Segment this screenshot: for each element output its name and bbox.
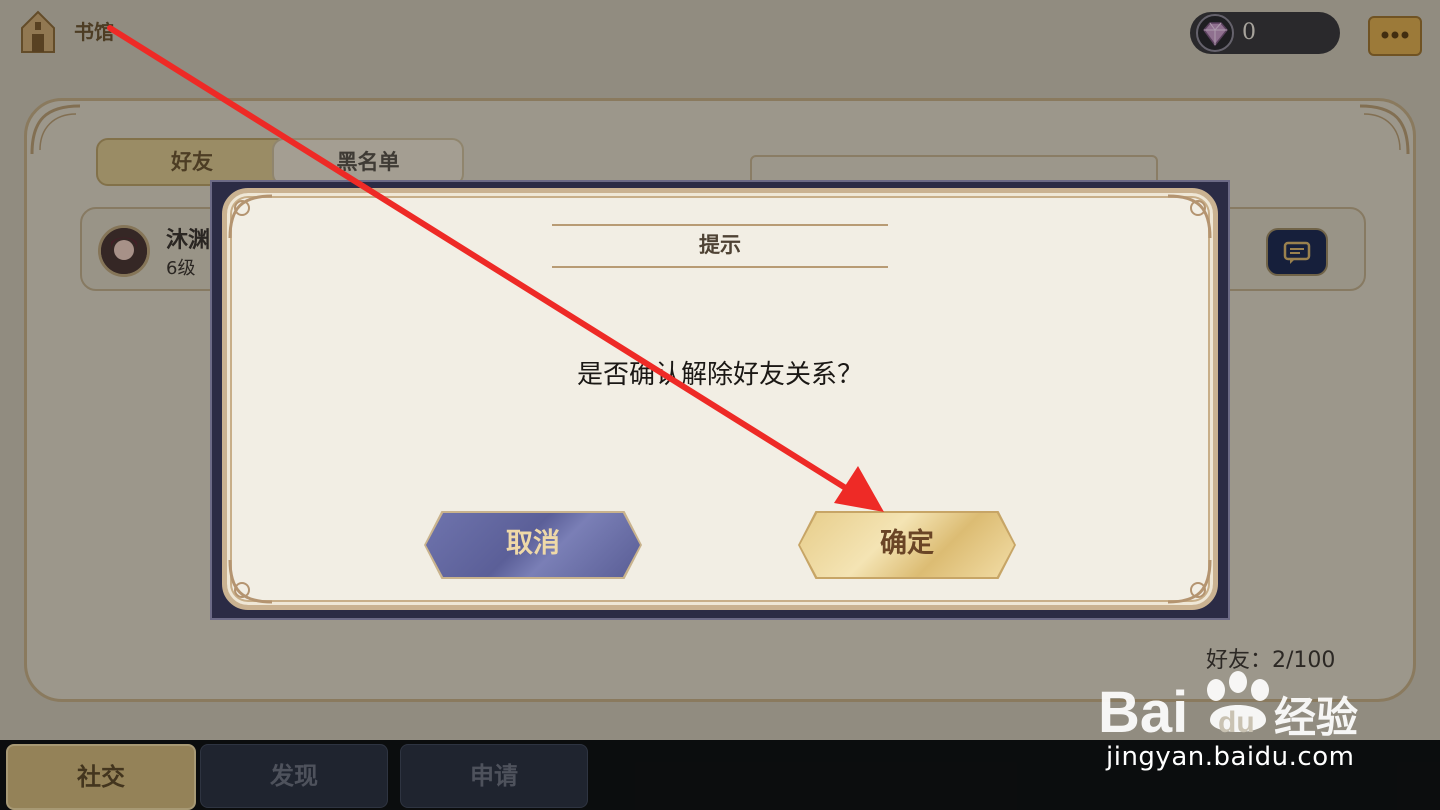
corner-ornament [228, 194, 273, 239]
svg-text:du: du [1218, 706, 1255, 739]
confirm-button[interactable]: 确定 [800, 513, 1014, 577]
corner-ornament [1167, 194, 1212, 239]
corner-ornament [1167, 559, 1212, 604]
corner-ornament [228, 559, 273, 604]
game-screen: 书馆 0 好友 黑名单 沐渊 6级 好友：2/100 社交 发现 申请 提示 是… [0, 0, 1440, 810]
dialog-title: 提示 [699, 232, 741, 257]
svg-text:经验: 经验 [1274, 693, 1358, 742]
svg-text:Bai: Bai [1098, 680, 1188, 745]
cancel-button[interactable]: 取消 [426, 513, 640, 577]
dialog-message: 是否确认解除好友关系？ [576, 360, 863, 390]
watermark-url: jingyan.baidu.com [1106, 742, 1355, 772]
